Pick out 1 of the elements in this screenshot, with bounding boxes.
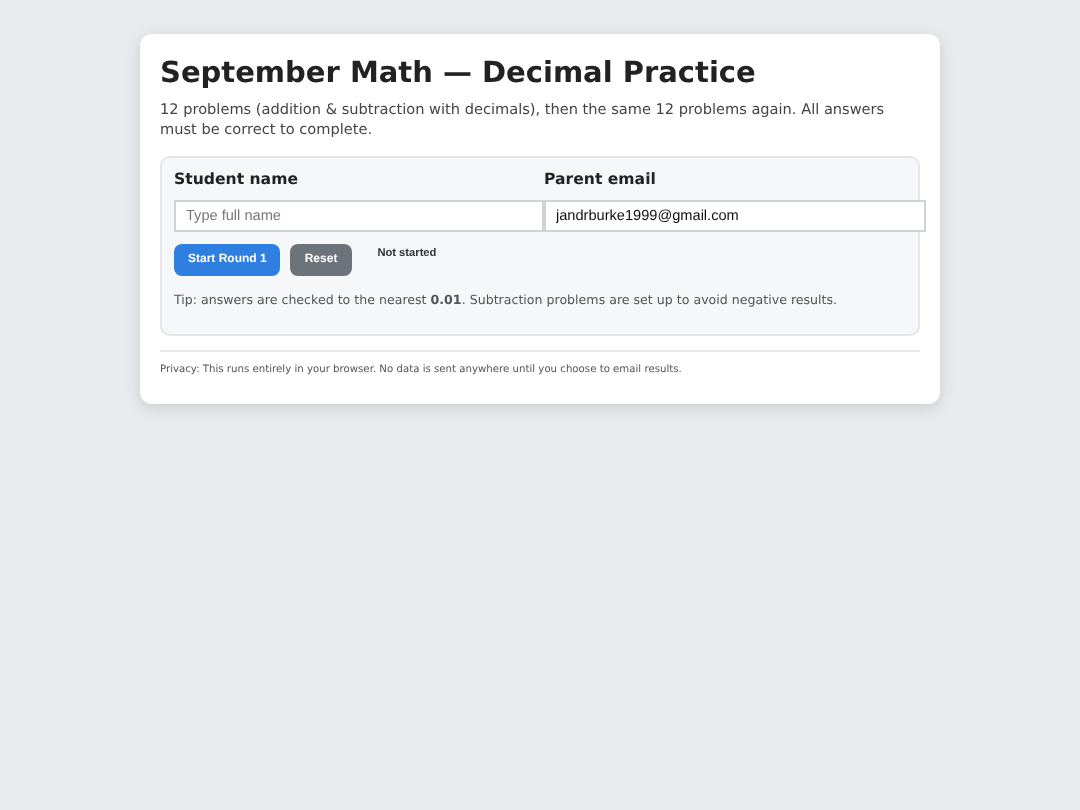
page-title: September Math — Decimal Practice [160,56,758,92]
